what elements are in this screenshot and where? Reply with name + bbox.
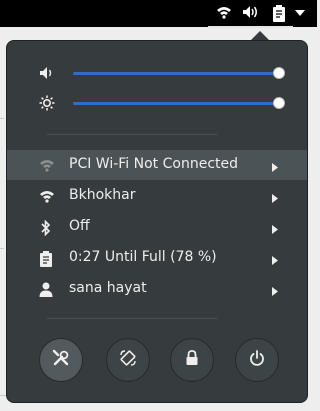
wifi-network-item[interactable]: Bkhokhar: [7, 181, 307, 211]
user-item[interactable]: sana hayat: [7, 274, 307, 304]
lock-button[interactable]: [170, 338, 214, 382]
bluetooth-item[interactable]: Off: [7, 212, 307, 242]
wifi-pci-item[interactable]: PCI Wi-Fi Not Connected: [7, 150, 307, 180]
menu-item-label: Bkhokhar: [69, 187, 136, 203]
wifi-icon: [39, 189, 55, 207]
background-app: [0, 118, 4, 119]
battery-item[interactable]: 0:27 Until Full (78 %): [7, 243, 307, 273]
brightness-slider[interactable]: [7, 93, 307, 113]
active-indicator: [208, 26, 293, 28]
menu-item-label: PCI Wi-Fi Not Connected: [69, 156, 239, 172]
separator: [47, 318, 217, 319]
chevron-right-icon: [272, 160, 278, 176]
chevron-right-icon: [272, 253, 278, 269]
system-menu: PCI Wi-Fi Not Connected Bkhokhar Off 0:2…: [6, 40, 308, 403]
menu-item-label: 0:27 Until Full (78 %): [69, 249, 217, 265]
power-icon: [249, 350, 265, 370]
chevron-down-icon[interactable]: [295, 10, 305, 17]
background-app: [0, 248, 4, 249]
chevron-right-icon: [272, 222, 278, 238]
battery-icon[interactable]: [272, 5, 286, 22]
wifi-off-icon: [39, 158, 55, 176]
volume-knob[interactable]: [273, 67, 285, 79]
bluetooth-icon: [39, 219, 53, 240]
top-bar: [0, 0, 317, 27]
menu-item-label: sana hayat: [69, 280, 147, 296]
rotation-icon: [119, 349, 137, 371]
brightness-knob[interactable]: [273, 97, 285, 109]
volume-slider[interactable]: [7, 63, 307, 83]
wifi-icon[interactable]: [216, 5, 232, 19]
volume-icon[interactable]: [242, 5, 260, 19]
brightness-track[interactable]: [73, 102, 279, 105]
settings-button[interactable]: [39, 338, 83, 382]
rotation-lock-button[interactable]: [106, 338, 150, 382]
tools-icon: [52, 349, 70, 371]
power-off-button[interactable]: [235, 338, 279, 382]
chevron-right-icon: [272, 284, 278, 300]
menu-item-label: Off: [69, 218, 90, 234]
battery-charging-icon: [39, 251, 53, 271]
volume-track[interactable]: [73, 72, 279, 75]
separator: [47, 134, 217, 135]
chevron-right-icon: [272, 191, 278, 207]
action-buttons: [7, 338, 307, 384]
user-icon: [39, 282, 53, 301]
lock-icon: [185, 350, 199, 370]
speaker-icon: [39, 65, 57, 85]
brightness-icon: [39, 95, 55, 115]
